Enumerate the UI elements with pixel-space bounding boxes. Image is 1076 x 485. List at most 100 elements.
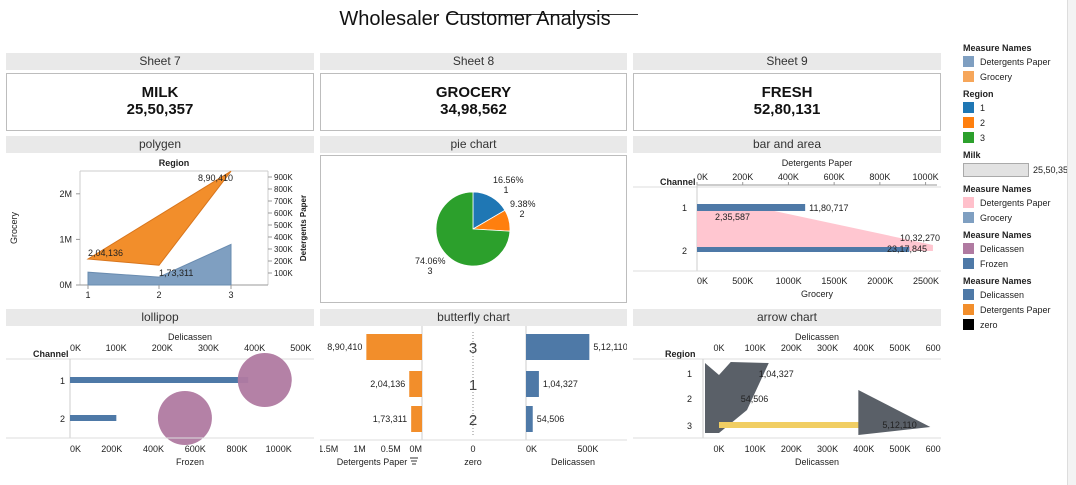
top-tick-label: 400K [778,172,799,182]
bottom-tick-label: 600K [185,444,206,454]
legend-swatch [963,71,974,82]
top-tick-label: 200K [152,343,173,353]
right-data-label: 5,12,110 [593,342,627,352]
top-tick-label: 300K [817,343,838,353]
kpi-milk-value: 25,50,357 [126,101,194,118]
legend-panel: Measure Names Detergents Paper Grocery R… [963,36,1076,334]
data-label: 5,12,110 [882,420,916,430]
left-tick-label: 1.5M [320,444,338,454]
legend-label: 3 [980,132,986,143]
sheet9-title: Sheet 9 [633,53,941,70]
row-label: 3 [687,421,692,431]
mid-tick-label: 0 [470,444,475,454]
top-axis-label: Delicassen [168,332,212,342]
data-label: 11,80,717 [809,203,848,213]
data-label: 1,73,311 [159,268,193,278]
row-header: Channel [33,349,69,359]
frozen-bar-2 [70,415,117,421]
pie-label-pct: 16.56% [493,175,524,185]
kpi-fresh-card[interactable]: FRESH 52,80,131 [633,73,941,131]
row-header: Region [665,349,696,359]
legend-item[interactable]: Delicassen [963,289,1076,300]
kpi-milk-label: MILK [141,84,179,101]
legend-item[interactable]: Frozen [963,258,1076,269]
legend-label: Delicassen [980,289,1025,300]
top-tick-label: 500K [290,343,311,353]
legend-swatch [963,304,974,315]
y2-tick-label: 500K [274,221,293,230]
bottom-tick-label: 400K [853,444,874,454]
left-tick-label: 1M [353,444,366,454]
top-tick-label: 100K [106,343,127,353]
kpi-milk-card[interactable]: MILK 25,50,357 [6,73,314,131]
legend-item[interactable]: Grocery [963,71,1076,82]
legend-label: Detergents Paper [980,56,1051,67]
legend-item[interactable]: Detergents Paper [963,56,1076,67]
butterfly-chart[interactable]: 3 8,90,410 5,12,110 1 2,04,136 1,04,327 2 1,73,… [320,326,627,470]
bararea-chart[interactable]: Detergents Paper 0K 200K 400K 600K 800K 1000K C… [633,153,941,303]
legend-item[interactable]: Delicassen [963,243,1076,254]
bottom-tick-label: 1500K [821,276,847,286]
row-label: 2 [682,246,687,256]
legend-item[interactable]: 1 [963,102,1076,113]
y2-tick-label: 200K [274,257,293,266]
bottom-axis-label: Grocery [801,289,834,299]
legend-item[interactable]: zero [963,319,1076,330]
sort-icon [410,457,418,465]
data-label: 8,90,410 [198,173,233,183]
top-tick-label: 100K [745,343,766,353]
bottom-tick-label: 200K [101,444,122,454]
sheet8-title: Sheet 8 [320,53,627,70]
bottom-tick-label: 0K [697,276,708,286]
y2-tick-label: 400K [274,233,293,242]
top-tick-label: 0K [697,172,708,182]
y2-tick-label: 100K [274,269,293,278]
x-tick-label: 2 [156,290,161,300]
pie-label-name: 3 [427,266,432,276]
row-label: 2 [60,414,65,424]
data-label: 23,17,845 [887,244,927,254]
bararea-title: bar and area [633,136,941,153]
legend-item[interactable]: 3 [963,132,1076,143]
legend-title: Measure Names [963,230,1032,240]
polygen-chart[interactable]: Region 0M 1M 2M 100K 200K 300K 400K 500K 600K 700K… [6,153,314,303]
legend-item[interactable]: Grocery [963,212,1076,223]
grocery-bar-1 [697,204,806,211]
top-tick-label: 500K [889,343,910,353]
y2-tick-label: 300K [274,245,293,254]
legend-label: zero [980,319,998,330]
pie-chart[interactable]: 16.56%19.38%2 74.06%3 [320,155,627,303]
legend-item[interactable]: Detergents Paper [963,197,1076,208]
legend-swatch [963,319,974,330]
left-data-label: 2,04,136 [370,379,405,389]
top-axis-label: Delicassen [795,332,839,342]
bottom-tick-label: 400K [143,444,164,454]
legend-item[interactable]: 2 [963,117,1076,128]
pie-label-pct: 9.38% [510,199,536,209]
right-data-label: 1,04,327 [543,379,578,389]
arrow-chart[interactable]: Delicassen 0K 100K 200K 300K 400K 500K 600K Regi… [633,326,941,470]
category-label: 1 [469,377,477,394]
milk-size-legend[interactable]: 25,50,357 [963,163,1076,177]
row-label: 1 [60,376,65,386]
row-label: 1 [687,369,692,379]
legend-title: Milk [963,150,981,160]
legend-item[interactable]: Detergents Paper [963,304,1076,315]
kpi-grocery-card[interactable]: GROCERY 34,98,562 [320,73,627,131]
delicassen-circle-2 [157,391,212,445]
legend-label: Detergents Paper [980,197,1051,208]
top-tick-label: 800K [869,172,890,182]
x-tick-label: 1 [85,290,90,300]
bottom-tick-label: 500K [732,276,753,286]
top-tick-label: 400K [853,343,874,353]
legend-swatch [963,102,974,113]
right-tick-label: 0K [526,444,537,454]
bottom-tick-label: 1000K [776,276,802,286]
vertical-scrollbar[interactable] [1067,0,1076,485]
lollipop-chart[interactable]: Delicassen 0K 100K 200K 300K 400K 500K Channel 1… [6,326,314,470]
legend-swatch [963,258,974,269]
right-axis-label: Delicassen [551,457,595,467]
top-tick-label: 0K [713,343,724,353]
top-tick-label: 400K [244,343,265,353]
y2-tick-label: 800K [274,185,293,194]
